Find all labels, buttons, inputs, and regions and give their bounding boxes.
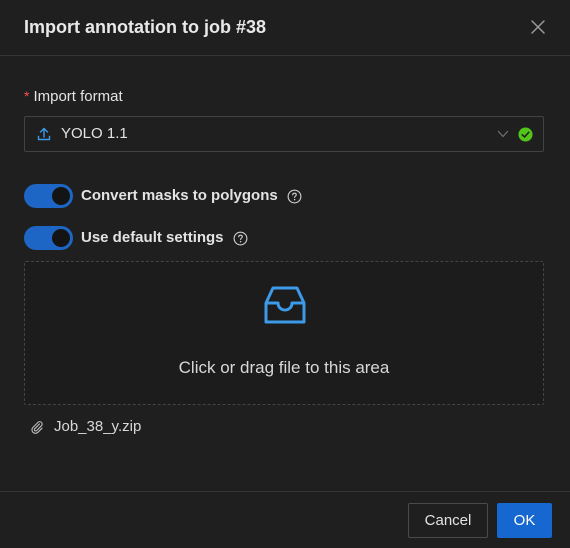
dialog-title: Import annotation to job #38: [24, 17, 266, 37]
convert-masks-switch[interactable]: [24, 184, 73, 208]
question-circle-icon[interactable]: [287, 189, 302, 204]
question-circle-icon[interactable]: [233, 231, 248, 246]
upload-icon: [37, 127, 51, 141]
import-format-select[interactable]: YOLO 1.1: [24, 116, 544, 152]
dialog-header: Import annotation to job #38: [0, 0, 570, 56]
import-annotation-dialog: Import annotation to job #38 * Import for…: [0, 0, 570, 548]
ok-button[interactable]: OK: [497, 503, 552, 538]
uploaded-file-name: Job_38_y.zip: [54, 418, 142, 435]
dropzone-text: Click or drag file to this area: [178, 358, 390, 377]
default-settings-label: Use default settings: [81, 229, 224, 246]
required-mark: *: [24, 88, 30, 104]
convert-masks-row: Convert masks to polygons: [24, 184, 302, 208]
chevron-down-icon: [497, 130, 509, 138]
check-circle-icon: [518, 127, 533, 142]
default-settings-switch[interactable]: [24, 226, 73, 250]
dialog-footer: Cancel OK: [0, 491, 570, 548]
close-icon[interactable]: [530, 19, 546, 35]
import-format-label-text: Import format: [33, 88, 123, 105]
cancel-button[interactable]: Cancel: [408, 503, 488, 538]
import-format-value: YOLO 1.1: [61, 125, 128, 142]
default-settings-row: Use default settings: [24, 226, 248, 250]
switch-knob: [52, 229, 70, 247]
uploaded-file-item[interactable]: Job_38_y.zip: [30, 417, 141, 437]
paperclip-icon: [31, 421, 43, 434]
inbox-icon: [264, 286, 306, 324]
file-dropzone[interactable]: Click or drag file to this area: [24, 261, 544, 405]
import-format-label: * Import format: [24, 87, 123, 106]
switch-knob: [52, 187, 70, 205]
convert-masks-label: Convert masks to polygons: [81, 187, 278, 204]
